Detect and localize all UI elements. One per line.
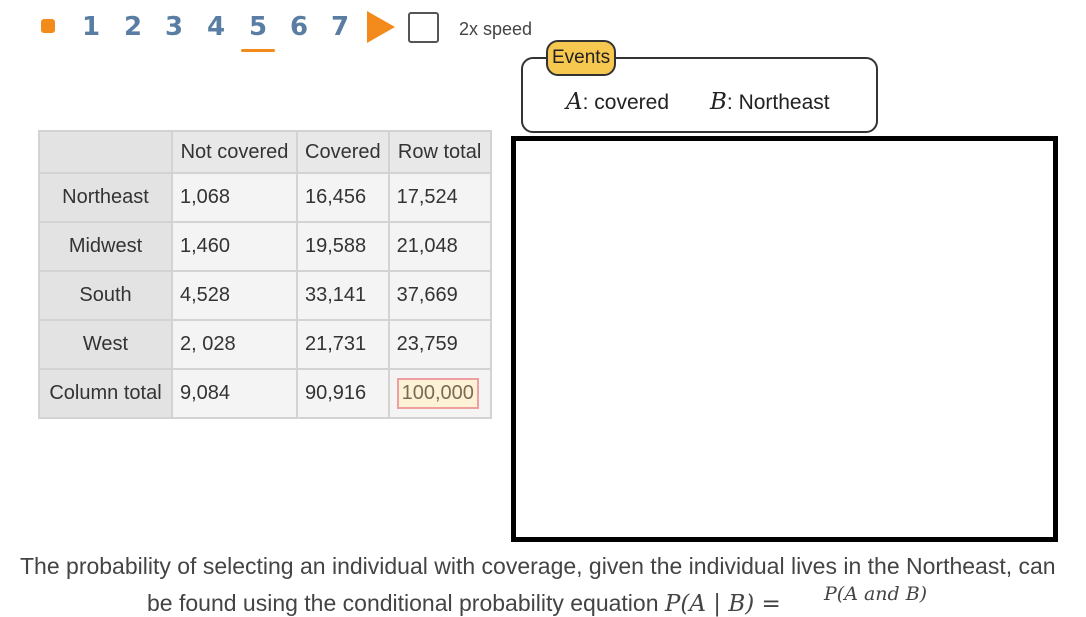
speed-label: 2x speed <box>459 19 533 39</box>
header-row-total: Row total <box>387 130 492 174</box>
table-cell: 90,916 <box>296 368 390 419</box>
grand-total-highlight: 100,000 <box>396 378 479 409</box>
row-label: Column total <box>38 368 173 419</box>
table-row: South 4,528 33,141 37,669 <box>38 270 492 321</box>
step-1-button[interactable]: 1 <box>76 8 106 46</box>
event-a: A: covered <box>566 89 669 115</box>
table-cell: 1,068 <box>171 172 298 223</box>
table-cell: 16,456 <box>296 172 390 223</box>
play-icon[interactable] <box>367 11 395 43</box>
table-cell: 9,084 <box>171 368 298 419</box>
explanation-line-2: be found using the conditional probabili… <box>147 590 781 617</box>
event-b-variable: B <box>710 89 727 115</box>
table-row: Midwest 1,460 19,588 21,048 <box>38 221 492 272</box>
row-label: South <box>38 270 173 321</box>
grand-total-cell: 100,000 <box>387 368 492 419</box>
header-covered: Covered <box>296 130 390 174</box>
event-b-label: : Northeast <box>726 91 830 114</box>
row-label: West <box>38 319 173 370</box>
table-cell: 21,048 <box>387 221 492 272</box>
table-cell: 23,759 <box>387 319 492 370</box>
table-cell: 19,588 <box>296 221 390 272</box>
contingency-table: Not covered Covered Row total Northeast … <box>38 130 492 419</box>
table-cell: 17,524 <box>387 172 492 223</box>
stop-button[interactable] <box>41 19 55 33</box>
step-3-button[interactable]: 3 <box>159 8 189 46</box>
explanation-line-2-text: be found using the conditional probabili… <box>147 590 665 616</box>
table-header-row: Not covered Covered Row total <box>38 130 492 174</box>
animation-canvas <box>511 136 1058 542</box>
table-cell: 1,460 <box>171 221 298 272</box>
fraction-numerator: P(A and B) <box>824 583 928 605</box>
speed-checkbox[interactable] <box>408 12 439 43</box>
row-label: Midwest <box>38 221 173 272</box>
event-a-label: : covered <box>582 91 670 114</box>
table-row: Northeast 1,068 16,456 17,524 <box>38 172 492 223</box>
table-cell: 33,141 <box>296 270 390 321</box>
header-not-covered: Not covered <box>171 130 298 174</box>
step-4-button[interactable]: 4 <box>201 8 231 46</box>
table-cell: 2, 028 <box>171 319 298 370</box>
step-controls: 1 2 3 4 5 6 7 2x speed <box>0 0 560 56</box>
equation-lhs: P(A | B) = <box>664 591 781 617</box>
table-cell: 4,528 <box>171 270 298 321</box>
table-corner <box>38 130 173 174</box>
table-cell: 21,731 <box>296 319 390 370</box>
row-label: Northeast <box>38 172 173 223</box>
step-7-button[interactable]: 7 <box>325 8 355 46</box>
step-2-button[interactable]: 2 <box>118 8 148 46</box>
event-b: B: Northeast <box>710 89 830 115</box>
step-5-button[interactable]: 5 <box>241 8 275 52</box>
table-row: Column total 9,084 90,916 100,000 <box>38 368 492 419</box>
explanation-line-1: The probability of selecting an individu… <box>20 553 1056 579</box>
table-cell: 37,669 <box>387 270 492 321</box>
table-row: West 2, 028 21,731 23,759 <box>38 319 492 370</box>
step-6-button[interactable]: 6 <box>284 8 314 46</box>
event-a-variable: A <box>566 89 583 115</box>
events-tag: Events <box>546 40 617 76</box>
